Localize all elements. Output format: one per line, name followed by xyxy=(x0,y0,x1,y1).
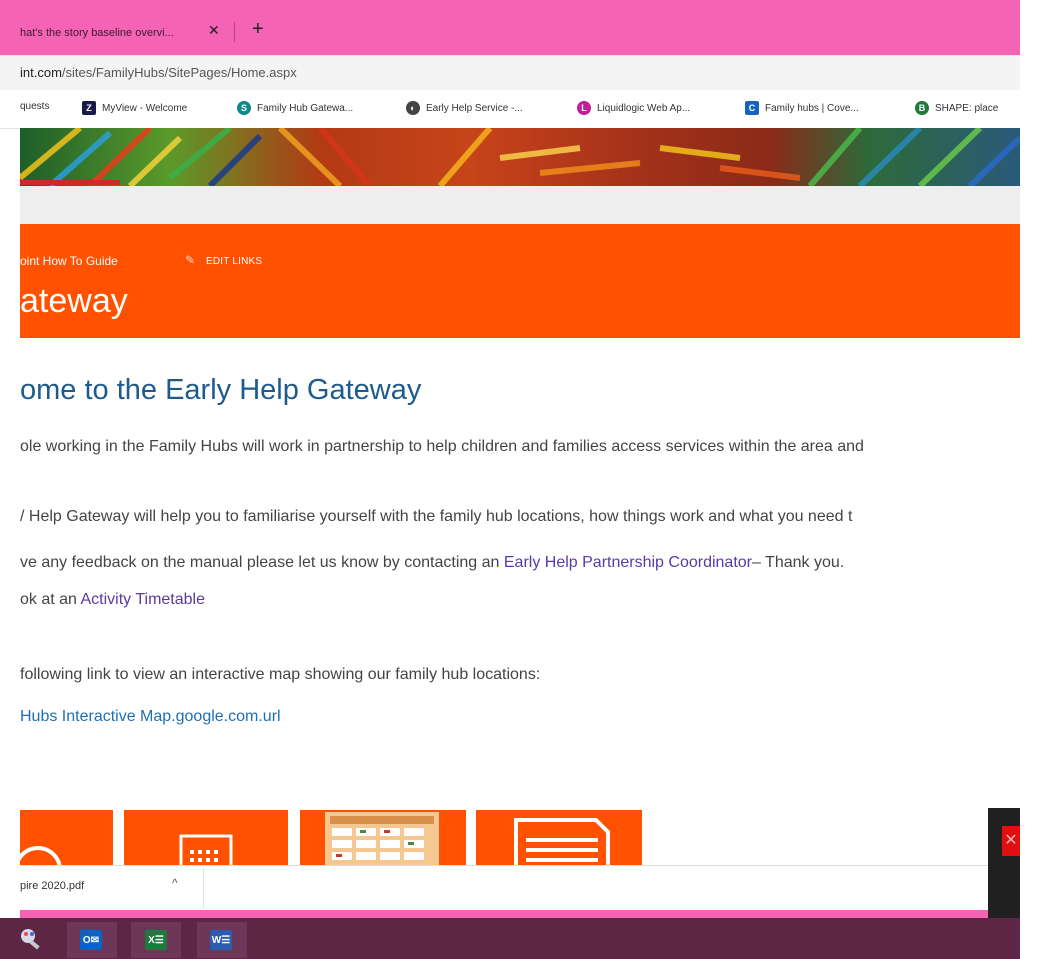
paint-app-icon[interactable] xyxy=(18,924,48,954)
timetable-text: ok at an xyxy=(20,591,81,608)
circle-icon xyxy=(20,846,62,865)
paragraph-gateway: / Help Gateway will help you to familiar… xyxy=(20,508,853,525)
bookmark-myview[interactable]: Z MyView - Welcome xyxy=(82,101,187,115)
excel-icon: X☰ xyxy=(145,930,167,950)
window-border xyxy=(20,910,988,918)
tab-close-icon[interactable]: ✕ xyxy=(208,22,220,39)
bookmark-liquidlogic[interactable]: L Liquidlogic Web Ap... xyxy=(577,101,690,115)
paragraph-map-link: Hubs Interactive Map.google.com.url xyxy=(20,708,281,726)
new-tab-button[interactable]: + xyxy=(252,18,264,41)
download-file-name[interactable]: pire 2020.pdf xyxy=(20,880,84,892)
tab-divider xyxy=(234,22,235,42)
nav-link-how-to-guide[interactable]: oint How To Guide xyxy=(20,254,118,268)
url-host: int.com xyxy=(20,65,62,80)
interactive-map-link[interactable]: Hubs Interactive Map.google.com.url xyxy=(20,708,281,725)
bookmark-label: MyView - Welcome xyxy=(102,102,188,114)
paragraph-intro: ole working in the Family Hubs will work… xyxy=(20,438,864,455)
edit-links-button[interactable]: EDIT LINKS xyxy=(206,256,262,267)
ribbon-bar xyxy=(20,186,1020,224)
bookmark-early-help-service[interactable]: ◐ Early Help Service -... xyxy=(406,101,523,115)
bookmark-label: Early Help Service -... xyxy=(426,102,523,114)
tab-title[interactable]: hat's the story baseline overvi... xyxy=(20,27,174,39)
feedback-text: ve any feedback on the manual please let… xyxy=(20,554,504,571)
tile-calendar[interactable] xyxy=(124,810,288,865)
bookmark-label: quests xyxy=(20,101,50,112)
chevron-up-icon[interactable]: ^ xyxy=(172,876,178,890)
banner-accent xyxy=(20,180,120,185)
outlook-icon: O✉ xyxy=(80,930,102,950)
site-banner-image xyxy=(20,128,1020,186)
site-header xyxy=(20,224,1020,338)
bookmark-label: Liquidlogic Web Ap... xyxy=(597,102,691,114)
word-icon: W☰ xyxy=(210,930,232,950)
url-text[interactable]: int.com/sites/FamilyHubs/SitePages/Home.… xyxy=(20,65,297,80)
download-shelf xyxy=(20,865,1020,911)
bookmark-label: Family hubs | Cove... xyxy=(765,102,859,114)
shape-icon: B xyxy=(915,101,929,115)
paragraph-map: following link to view an interactive ma… xyxy=(20,666,541,683)
sharepoint-icon: S xyxy=(237,101,251,115)
coordinator-link[interactable]: Early Help Partnership Coordinator xyxy=(504,554,752,571)
page-heading: ome to the Early Help Gateway xyxy=(20,374,422,406)
site-title[interactable]: ateway xyxy=(20,282,128,321)
liquidlogic-icon: L xyxy=(577,101,591,115)
feedback-thanks: – Thank you. xyxy=(752,554,845,571)
bookmark-requests[interactable]: quests xyxy=(20,101,49,112)
side-panel xyxy=(988,808,1020,918)
bookmark-family-hubs-coventry[interactable]: C Family hubs | Cove... xyxy=(745,101,859,115)
coventry-icon: C xyxy=(745,101,759,115)
url-path: /sites/FamilyHubs/SitePages/Home.aspx xyxy=(61,65,297,80)
paragraph-feedback: ve any feedback on the manual please let… xyxy=(20,554,844,572)
globe-icon: ◐ xyxy=(406,101,420,115)
download-divider xyxy=(203,868,204,908)
myview-icon: Z xyxy=(82,101,96,115)
close-icon[interactable]: ✕ xyxy=(1002,826,1020,856)
timetable-thumbnail-icon xyxy=(325,812,439,865)
bookmark-shape-place[interactable]: B SHAPE: place xyxy=(915,101,998,115)
document-icon xyxy=(514,818,610,865)
bookmark-label: Family Hub Gatewa... xyxy=(257,102,354,114)
paragraph-timetable: ok at an Activity Timetable xyxy=(20,591,205,609)
activity-timetable-link[interactable]: Activity Timetable xyxy=(81,591,205,608)
bookmark-label: SHAPE: place xyxy=(935,102,999,114)
calendar-icon xyxy=(179,834,233,865)
tile-document[interactable] xyxy=(476,810,642,865)
tile-1[interactable] xyxy=(20,810,113,865)
tile-timetable[interactable] xyxy=(300,810,466,865)
bookmark-family-hub-gateway[interactable]: S Family Hub Gatewa... xyxy=(237,101,353,115)
pencil-icon[interactable]: ✎ xyxy=(185,253,195,267)
